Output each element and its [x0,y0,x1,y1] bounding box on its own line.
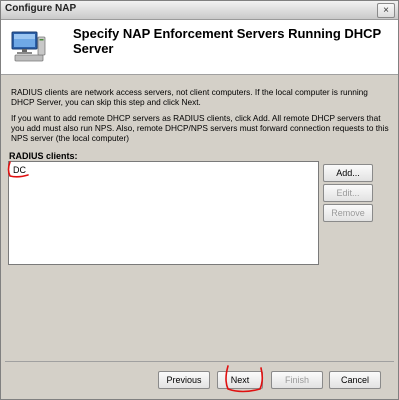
edit-button[interactable]: Edit... [323,184,373,202]
close-button[interactable]: × [377,3,395,18]
instructions-text: If you want to add remote DHCP servers a… [11,113,389,143]
footer-separator [5,361,394,362]
window-title: Configure NAP [5,3,77,14]
computer-wizard-icon [10,30,46,64]
wizard-header: Specify NAP Enforcement Servers Running … [1,20,398,75]
add-button[interactable]: Add... [323,164,373,182]
configure-nap-window: Configure NAP × Specify NAP Enforcement … [0,0,399,400]
title-bar: Configure NAP × [1,1,398,20]
intro-text: RADIUS clients are network access server… [11,87,368,107]
cancel-button[interactable]: Cancel [329,371,381,389]
radius-clients-label: RADIUS clients: [9,151,78,161]
radius-clients-list[interactable]: DC [8,161,319,265]
previous-button[interactable]: Previous [158,371,210,389]
page-heading: Specify NAP Enforcement Servers Running … [73,26,381,56]
finish-button[interactable]: Finish [271,371,323,389]
remove-button[interactable]: Remove [323,204,373,222]
next-button[interactable]: Next [217,371,263,389]
list-item[interactable]: DC [13,165,26,175]
